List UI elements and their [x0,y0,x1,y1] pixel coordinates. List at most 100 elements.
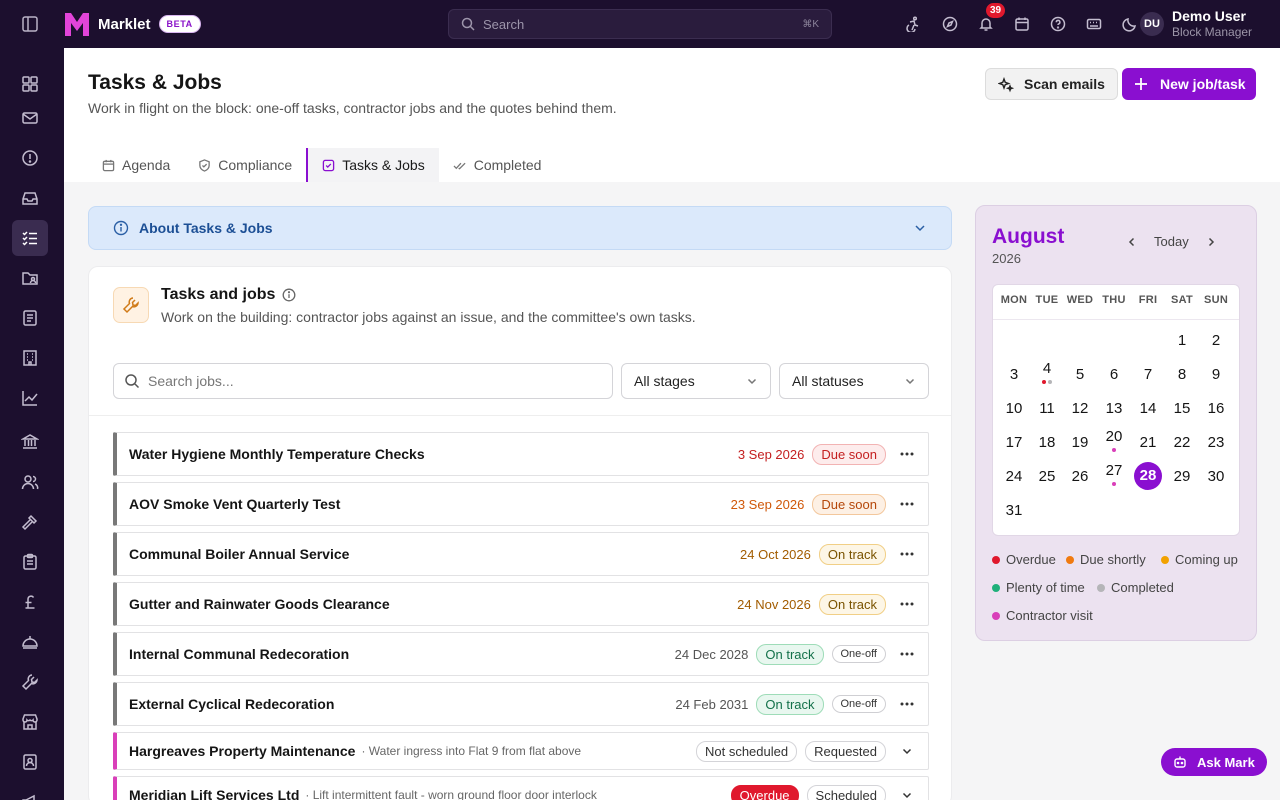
chevron-down-icon[interactable] [894,738,920,764]
more-icon[interactable] [894,491,920,517]
calendar-day[interactable]: 7 [1131,366,1165,383]
calendar-day[interactable]: 21 [1131,434,1165,451]
calendar-day[interactable]: 1 [1165,332,1199,349]
more-icon[interactable] [894,691,920,717]
status-filter-select[interactable]: All statuses [779,363,929,399]
more-icon[interactable] [894,591,920,617]
chart-icon[interactable] [12,380,48,416]
alert-icon[interactable] [12,140,48,176]
calendar-day[interactable]: 28 [1134,462,1162,490]
table-row[interactable]: Internal Communal Redecoration 24 Dec 20… [113,632,929,676]
calendar-day[interactable]: 24 [997,468,1031,485]
wrench-icon[interactable] [12,664,48,700]
mail-icon[interactable] [12,100,48,136]
top-bar: Marklet BETA Search ⌘K 39 DU Demo User B… [0,0,1280,48]
bell-icon[interactable]: 39 [974,3,1006,36]
calendar-day[interactable]: 13 [1097,400,1131,417]
store-icon[interactable] [12,704,48,740]
calendar-day[interactable]: 14 [1131,400,1165,417]
calendar-day[interactable]: 25 [1030,468,1064,485]
table-row[interactable]: External Cyclical Redecoration 24 Feb 20… [113,682,929,726]
calendar-day[interactable]: 2 [1199,332,1233,349]
accessibility-icon[interactable] [902,12,926,36]
folder-user-icon[interactable] [12,260,48,296]
new-job-task-button[interactable]: New job/task [1122,68,1256,100]
calendar-day[interactable]: 16 [1199,400,1233,417]
tasks-icon[interactable] [12,220,48,256]
chevron-left-icon[interactable] [1126,236,1138,248]
keyboard-icon[interactable] [1082,12,1106,36]
table-row[interactable]: Gutter and Rainwater Goods Clearance 24 … [113,582,929,626]
calendar-icon[interactable] [1010,12,1034,36]
hammer-icon[interactable] [12,504,48,540]
beta-badge: BETA [158,15,201,33]
calendar-day[interactable]: 23 [1199,434,1233,451]
calendar-day[interactable]: 26 [1063,468,1097,485]
tab-completed[interactable]: Completed [439,148,556,182]
sidebar-toggle-icon[interactable] [20,14,40,34]
compass-icon[interactable] [938,12,962,36]
brand[interactable]: Marklet BETA [64,11,201,37]
calendar-day[interactable]: 8 [1165,366,1199,383]
page-title: Tasks & Jobs [88,71,222,94]
clipboard-icon[interactable] [12,544,48,580]
tab-compliance[interactable]: Compliance [184,148,306,182]
calendar-day[interactable]: 18 [1030,434,1064,451]
megaphone-icon[interactable] [12,784,48,800]
contractor-visit-row[interactable]: Hargreaves Property Maintenance · Water … [113,732,929,770]
more-icon[interactable] [894,541,920,567]
about-tasks-jobs-accordion[interactable]: About Tasks & Jobs [88,206,952,250]
table-row[interactable]: Communal Boiler Annual Service 24 Oct 20… [113,532,929,576]
stage-filter-select[interactable]: All stages [621,363,771,399]
calendar-day[interactable]: 30 [1199,468,1233,485]
calendar-day[interactable]: 6 [1097,366,1131,383]
chevron-right-icon[interactable] [1205,236,1217,248]
calendar-day[interactable]: 20 [1097,428,1131,445]
calendar-day[interactable]: 15 [1165,400,1199,417]
chevron-down-icon[interactable] [894,782,920,800]
table-row[interactable]: AOV Smoke Vent Quarterly Test 23 Sep 202… [113,482,929,526]
inbox-icon[interactable] [12,180,48,216]
calendar-day[interactable]: 3 [997,366,1031,383]
moon-icon[interactable] [1118,12,1142,36]
calendar-day[interactable]: 29 [1165,468,1199,485]
due-shortly-dot [1066,555,1074,564]
calendar-day[interactable]: 12 [1063,400,1097,417]
search-icon [125,374,140,389]
status-filter-value: All statuses [792,373,864,389]
building-icon[interactable] [12,340,48,376]
calendar-day[interactable]: 17 [997,434,1031,451]
job-search-input[interactable]: Search jobs... [113,363,613,399]
ledger-icon[interactable] [12,300,48,336]
pound-icon[interactable] [12,584,48,620]
calendar-day[interactable]: 22 [1165,434,1199,451]
calendar-day[interactable]: 31 [997,502,1031,519]
info-icon[interactable] [282,288,296,302]
more-icon[interactable] [894,641,920,667]
calendar-day[interactable]: 5 [1063,366,1097,383]
dashboard-icon[interactable] [12,66,48,102]
calendar-day[interactable]: 10 [997,400,1031,417]
insurance-icon[interactable] [12,624,48,660]
calendar-day[interactable]: 4 [1030,360,1064,377]
people-icon[interactable] [12,464,48,500]
global-search-input[interactable]: Search ⌘K [448,9,832,39]
contractor-visit-row[interactable]: Meridian Lift Services Ltd · Lift interm… [113,776,929,800]
help-icon[interactable] [1046,12,1070,36]
calendar-day[interactable]: 11 [1030,400,1064,417]
calendar-day[interactable]: 27 [1097,462,1131,479]
divider [89,415,951,416]
bank-icon[interactable] [12,424,48,460]
table-row[interactable]: Water Hygiene Monthly Temperature Checks… [113,432,929,476]
today-button[interactable]: Today [1154,234,1189,249]
scan-emails-button[interactable]: Scan emails [985,68,1118,100]
user-menu[interactable]: DU Demo User Block Manager [1140,8,1252,40]
calendar-day[interactable]: 9 [1199,366,1233,383]
more-icon[interactable] [894,441,920,467]
ask-mark-button[interactable]: Ask Mark [1161,748,1267,776]
calendar-day[interactable]: 19 [1063,434,1097,451]
contact-icon[interactable] [12,744,48,780]
tab-tasks-jobs[interactable]: Tasks & Jobs [306,148,439,182]
legend-label: Plenty of time [1006,580,1085,595]
tab-agenda[interactable]: Agenda [88,148,184,182]
